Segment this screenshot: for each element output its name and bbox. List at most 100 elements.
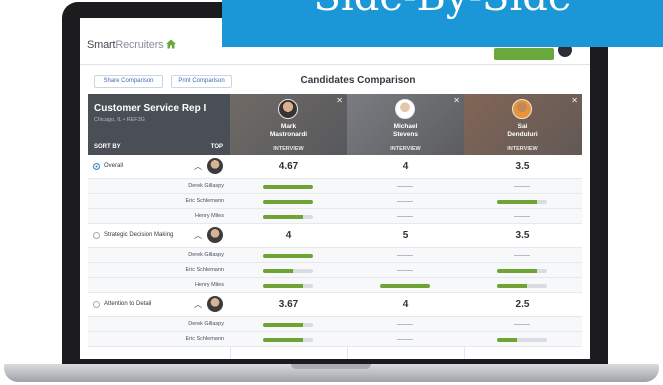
candidate-first-name: Sai	[517, 123, 528, 130]
rating-bar-fill	[263, 338, 303, 342]
chevron-up-icon[interactable]: ︿	[194, 299, 202, 310]
candidate-last-name: Stevens	[393, 131, 418, 138]
candidate-score: 4	[285, 230, 292, 241]
rating-bar	[497, 338, 547, 342]
logo-light: Recruiters	[115, 39, 164, 51]
share-comparison-button[interactable]: Share Comparison	[94, 75, 163, 88]
laptop-screen: SmartRecruiters Share Comparison Print C…	[80, 18, 590, 359]
reviewer-row: Eric Schlemann	[88, 263, 582, 278]
reviewer-row: Henry Miles	[88, 209, 582, 224]
banner-title: Side-By-Side	[222, 0, 663, 20]
criteria-row[interactable]: Attention to Detail ︿ 3.67 4 2.5	[88, 293, 582, 317]
rating-bar	[380, 284, 430, 288]
criteria-radio[interactable]	[93, 163, 100, 170]
no-rating-dash	[514, 255, 530, 256]
reviewer-name: Eric Schlemann	[185, 267, 224, 273]
rating-bar-fill	[263, 200, 313, 204]
reviewer-name: Henry Miles	[194, 213, 224, 219]
candidate-stage: INTERVIEW	[273, 146, 304, 152]
reviewer-row: Derek Gillaspy	[88, 179, 582, 194]
rating-bar-fill	[497, 200, 537, 204]
rating-bar	[497, 200, 547, 204]
reviewer-name: Eric Schlemann	[185, 198, 224, 204]
home-icon[interactable]	[165, 38, 177, 50]
candidate-header-1: ✕ Mark Mastronardi INTERVIEW	[230, 94, 347, 155]
no-rating-dash	[397, 324, 413, 325]
rating-bar	[263, 254, 313, 258]
chevron-up-icon[interactable]: ︿	[194, 161, 202, 172]
rating-bar-fill	[380, 284, 430, 288]
reviewer-name: Eric Schlemann	[185, 336, 224, 342]
reviewer-row: Derek Gillaspy	[88, 248, 582, 263]
candidate-score: 4.67	[278, 161, 299, 172]
candidate-score: 5	[402, 230, 409, 241]
job-title: Customer Service Rep I	[94, 103, 207, 114]
rating-bar	[263, 215, 313, 219]
sort-by-label: SORT BY	[94, 144, 121, 150]
candidate-last-name: Denduluri	[507, 131, 538, 138]
rating-bar	[263, 338, 313, 342]
rating-bar-fill	[263, 254, 313, 258]
candidate-score: 3.5	[515, 161, 530, 172]
candidate-last-name: Mastronardi	[269, 131, 308, 138]
candidate-score: 3.5	[515, 230, 530, 241]
job-header: Customer Service Rep I Chicago, IL • REF…	[88, 94, 230, 155]
criteria-row[interactable]: Strategic Decision Making ︿ 4 5 3.5	[88, 224, 582, 248]
rating-bar-fill	[497, 338, 517, 342]
criteria-label: Strategic Decision Making	[104, 232, 174, 238]
candidate-header-2: ✕ Michael Stevens INTERVIEW	[347, 94, 464, 155]
candidate-first-name: Michael	[393, 123, 418, 130]
reviewer-name: Henry Miles	[194, 282, 224, 288]
no-rating-dash	[397, 255, 413, 256]
criteria-radio[interactable]	[93, 232, 100, 239]
print-comparison-button[interactable]: Print Comparison	[171, 75, 232, 88]
candidate-avatar	[512, 99, 532, 119]
no-rating-dash	[514, 324, 530, 325]
no-rating-dash	[397, 186, 413, 187]
rating-bar	[497, 284, 547, 288]
no-rating-dash	[397, 339, 413, 340]
rating-bar-fill	[263, 323, 303, 327]
rating-bar	[263, 185, 313, 189]
rating-bar	[263, 284, 313, 288]
no-rating-dash	[514, 186, 530, 187]
criteria-label: Attention to Detail	[104, 301, 152, 307]
criteria-radio[interactable]	[93, 301, 100, 308]
reviewer-row: Eric Schlemann	[88, 194, 582, 209]
candidate-score: 3.67	[278, 299, 299, 310]
content-area: Share Comparison Print Comparison Candid…	[88, 68, 582, 359]
candidate-score: 4	[402, 299, 409, 310]
candidate-score: 2.5	[515, 299, 530, 310]
no-rating-dash	[397, 270, 413, 271]
reviewer-row: Henry Miles	[88, 278, 582, 293]
reviewer-name: Derek Gillaspy	[188, 252, 224, 258]
candidate-avatar	[395, 99, 415, 119]
rating-bar	[497, 269, 547, 273]
reviewer-name: Derek Gillaspy	[188, 183, 224, 189]
close-icon[interactable]: ✕	[336, 96, 343, 105]
no-rating-dash	[397, 216, 413, 217]
header-action-button[interactable]	[494, 48, 554, 60]
candidate-score: 4	[402, 161, 409, 172]
chevron-up-icon[interactable]: ︿	[194, 230, 202, 241]
reviewer-name: Derek Gillaspy	[188, 321, 224, 327]
rating-bar	[263, 323, 313, 327]
smartrecruiters-logo[interactable]: SmartRecruiters	[87, 39, 164, 51]
rating-bar-fill	[263, 269, 293, 273]
criteria-row[interactable]: Overall ︿ 4.67 4 3.5	[88, 155, 582, 179]
top-candidate-avatar	[207, 296, 223, 312]
close-icon[interactable]: ✕	[571, 96, 578, 105]
close-icon[interactable]: ✕	[453, 96, 460, 105]
reviewer-row: Eric Schlemann	[88, 332, 582, 347]
criteria-label: Overall	[104, 163, 124, 169]
job-location: Chicago, IL • REF3G	[94, 117, 145, 123]
candidate-avatar	[278, 99, 298, 119]
candidate-stage: INTERVIEW	[507, 146, 538, 152]
top-label: TOP	[210, 144, 223, 150]
logo-bold: Smart	[87, 39, 116, 51]
no-rating-dash	[397, 201, 413, 202]
top-candidate-avatar	[207, 158, 223, 174]
laptop-notch	[291, 364, 371, 369]
candidate-header-3: ✕ Sai Denduluri INTERVIEW	[464, 94, 582, 155]
candidate-stage: INTERVIEW	[390, 146, 421, 152]
